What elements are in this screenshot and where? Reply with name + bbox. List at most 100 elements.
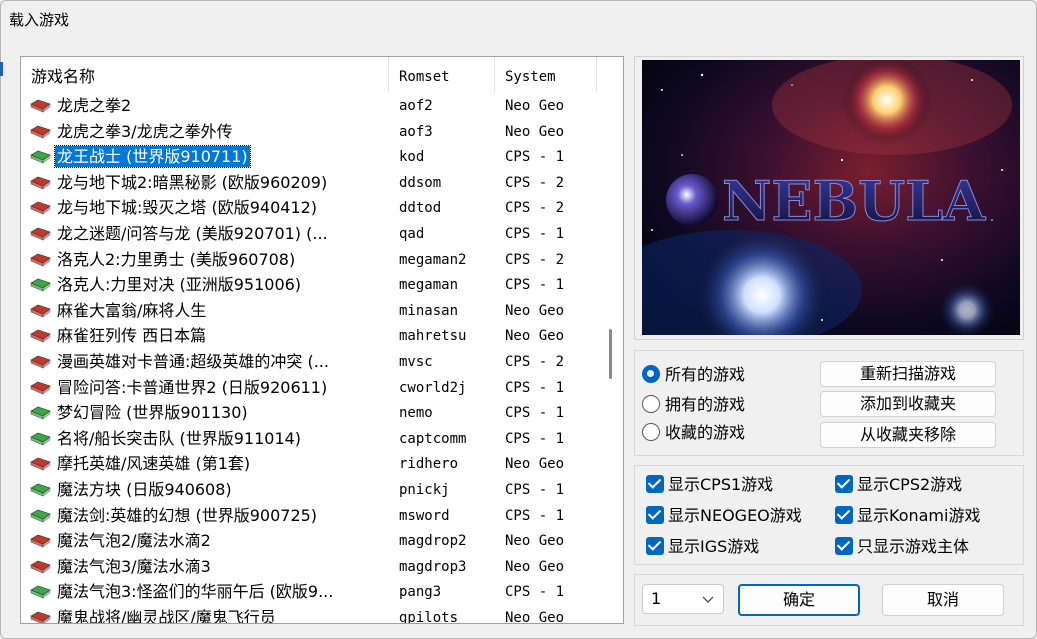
cancel-button[interactable]: 取消	[882, 584, 1004, 616]
checkbox-indicator	[835, 537, 853, 555]
game-cartridge-icon	[30, 560, 51, 574]
game-cartridge-icon	[30, 330, 51, 343]
game-row[interactable]: 魔法气泡3/魔法水滴3 magdrop3 Neo Geo	[21, 554, 601, 580]
checkbox-label: 显示IGS游戏	[668, 537, 760, 556]
checkbox-parent-only[interactable]: 只显示游戏主体	[835, 536, 969, 558]
game-system: CPS - 1	[505, 379, 565, 396]
game-system: CPS - 2	[505, 174, 565, 191]
add-to-favorites-button[interactable]: 添加到收藏夹	[820, 391, 996, 417]
game-row[interactable]: 龙与地下城:毁灭之塔 (欧版940412) ddtod CPS - 2	[21, 195, 601, 221]
scrollbar-thumb[interactable]	[609, 329, 612, 379]
game-system: Neo Geo	[505, 533, 565, 550]
game-cartridge-icon	[30, 432, 51, 446]
game-name: 魔法剑:英雄的幻想 (世界版900725)	[57, 505, 318, 525]
game-cartridge-icon	[30, 202, 51, 215]
game-row[interactable]: 漫画英雄对卡普通:超级英雄的冲突 (... mvsc CPS - 2	[21, 349, 601, 375]
game-name: 龙王战士 (世界版910711)	[54, 145, 251, 169]
preview-image: NEBULA	[642, 60, 1020, 335]
game-cartridge-icon	[30, 457, 51, 471]
game-romset: pnickj	[399, 481, 450, 498]
game-row[interactable]: 魔法气泡3:怪盗们的华丽午后 (欧版9... pang3 CPS - 1	[21, 579, 601, 605]
game-row[interactable]: 洛克人2:力里勇士 (美版960708) megaman2 CPS - 2	[21, 247, 601, 273]
column-header-romset[interactable]: Romset	[389, 57, 495, 93]
game-row[interactable]: 梦幻冒险 (世界版901130) nemo CPS - 1	[21, 400, 601, 426]
game-name: 梦幻冒险 (世界版901130)	[57, 403, 248, 423]
game-romset: kod	[399, 149, 425, 166]
game-romset: mahretsu	[399, 328, 467, 345]
checkbox-neogeo[interactable]: 显示NEOGEO游戏	[646, 505, 802, 527]
checkbox-konami[interactable]: 显示Konami游戏	[835, 505, 980, 527]
game-cartridge-icon	[30, 304, 51, 318]
game-row[interactable]: 魔鬼战将/幽灵战区/魔鬼飞行员 gpilots Neo Geo	[21, 605, 601, 624]
game-row[interactable]: 龙虎之拳3/龙虎之拳外传 aof3 Neo Geo	[21, 119, 601, 145]
game-romset: pang3	[399, 584, 442, 601]
game-name: 龙与地下城2:暗黑秘影 (欧版960209)	[57, 172, 328, 192]
game-row[interactable]: 龙虎之拳2 aof2 Neo Geo	[21, 93, 601, 119]
radio-all-games[interactable]: 所有的游戏	[642, 364, 745, 386]
checkbox-label: 显示CPS1游戏	[668, 475, 774, 494]
game-row[interactable]: 麻雀狂列传 西日本篇 mahretsu Neo Geo	[21, 323, 601, 349]
checkbox-cps2[interactable]: 显示CPS2游戏	[835, 474, 962, 496]
game-cartridge-icon	[30, 355, 51, 369]
checkbox-label: 显示Konami游戏	[857, 506, 981, 525]
game-name: 龙之迷题/问答与龙 (美版920701) (...	[57, 223, 328, 243]
game-cartridge-icon	[30, 227, 51, 241]
game-romset: msword	[399, 507, 450, 524]
game-row[interactable]: 龙与地下城2:暗黑秘影 (欧版960209) ddsom CPS - 2	[21, 170, 601, 196]
game-system: CPS - 2	[505, 200, 565, 217]
nebula-logo-text: NEBULA	[722, 169, 986, 233]
radio-favorite-games[interactable]: 收藏的游戏	[642, 422, 745, 444]
radio-owned-games[interactable]: 拥有的游戏	[642, 394, 745, 416]
game-system: CPS - 1	[505, 507, 565, 524]
game-row[interactable]: 麻雀大富翁/麻将人生 minasan Neo Geo	[21, 298, 601, 324]
remove-from-favorites-button[interactable]: 从收藏夹移除	[820, 422, 996, 448]
game-system: Neo Geo	[505, 456, 565, 473]
game-system: Neo Geo	[505, 558, 565, 575]
radio-label: 拥有的游戏	[665, 395, 746, 414]
game-row[interactable]: 龙之迷题/问答与龙 (美版920701) (... qad CPS - 1	[21, 221, 601, 247]
game-cartridge-icon	[30, 125, 51, 139]
checkbox-indicator	[835, 506, 853, 524]
game-row[interactable]: 摩托英雄/风速英雄 (第1套) ridhero Neo Geo	[21, 451, 601, 477]
game-cartridge-icon	[30, 483, 51, 497]
checkbox-igs[interactable]: 显示IGS游戏	[646, 536, 759, 558]
game-cartridge-icon	[30, 253, 51, 267]
game-rows: 龙虎之拳2 aof2 Neo Geo 龙虎之拳3/龙虎之拳外传 aof3 Neo Geo 龙…	[21, 93, 601, 624]
game-system: CPS - 1	[505, 430, 565, 447]
game-system: CPS - 1	[505, 149, 565, 166]
game-name: 名将/船长突击队 (世界版911014)	[57, 428, 302, 448]
game-row[interactable]: 魔法剑:英雄的幻想 (世界版900725) msword CPS - 1	[21, 503, 601, 529]
title-bar: 载入游戏	[0, 0, 1037, 38]
rescan-games-button[interactable]: 重新扫描游戏	[820, 361, 996, 387]
game-name: 麻雀狂列传 西日本篇	[57, 326, 207, 346]
game-name: 洛克人:力里对决 (亚洲版951006)	[57, 275, 302, 295]
game-row[interactable]: 魔法方块 (日版940608) pnickj CPS - 1	[21, 477, 601, 503]
game-cartridge-icon	[30, 150, 51, 164]
game-name: 龙虎之拳3/龙虎之拳外传	[57, 121, 233, 141]
game-name: 冒险问答:卡普通世界2 (日版920611)	[57, 377, 328, 397]
game-romset: megaman2	[399, 251, 467, 268]
game-cartridge-icon	[30, 278, 51, 292]
radio-indicator	[642, 365, 660, 383]
game-row[interactable]: 名将/船长突击队 (世界版911014) captcomm CPS - 1	[21, 426, 601, 452]
checkbox-label: 显示NEOGEO游戏	[668, 506, 802, 525]
column-header-system[interactable]: System	[495, 57, 597, 93]
game-row[interactable]: 魔法气泡2/魔法水滴2 magdrop2 Neo Geo	[21, 528, 601, 554]
game-cartridge-icon	[30, 176, 51, 190]
game-system: CPS - 1	[505, 277, 565, 294]
checkbox-cps1[interactable]: 显示CPS1游戏	[646, 474, 773, 496]
radio-label: 所有的游戏	[665, 365, 746, 384]
game-romset: gpilots	[399, 609, 459, 624]
game-row[interactable]: 洛克人:力里对决 (亚洲版951006) megaman CPS - 1	[21, 272, 601, 298]
game-romset: mvsc	[399, 353, 433, 370]
game-name: 魔鬼战将/幽灵战区/魔鬼飞行员	[57, 607, 276, 624]
game-romset: ddsom	[399, 174, 442, 191]
game-list[interactable]: 游戏名称 Romset System 龙虎之拳2 aof2 Neo Geo 龙虎之拳3…	[20, 56, 624, 624]
game-name: 魔法气泡2/魔法水滴2	[57, 531, 211, 551]
ok-button[interactable]: 确定	[738, 584, 860, 616]
game-row[interactable]: 冒险问答:卡普通世界2 (日版920611) cworld2j CPS - 1	[21, 375, 601, 401]
nebula-artwork: NEBULA	[642, 60, 1020, 335]
column-header-name[interactable]: 游戏名称	[21, 57, 389, 93]
game-row[interactable]: 龙王战士 (世界版910711) kod CPS - 1	[21, 144, 601, 170]
player-count-select[interactable]: 1	[642, 584, 724, 614]
